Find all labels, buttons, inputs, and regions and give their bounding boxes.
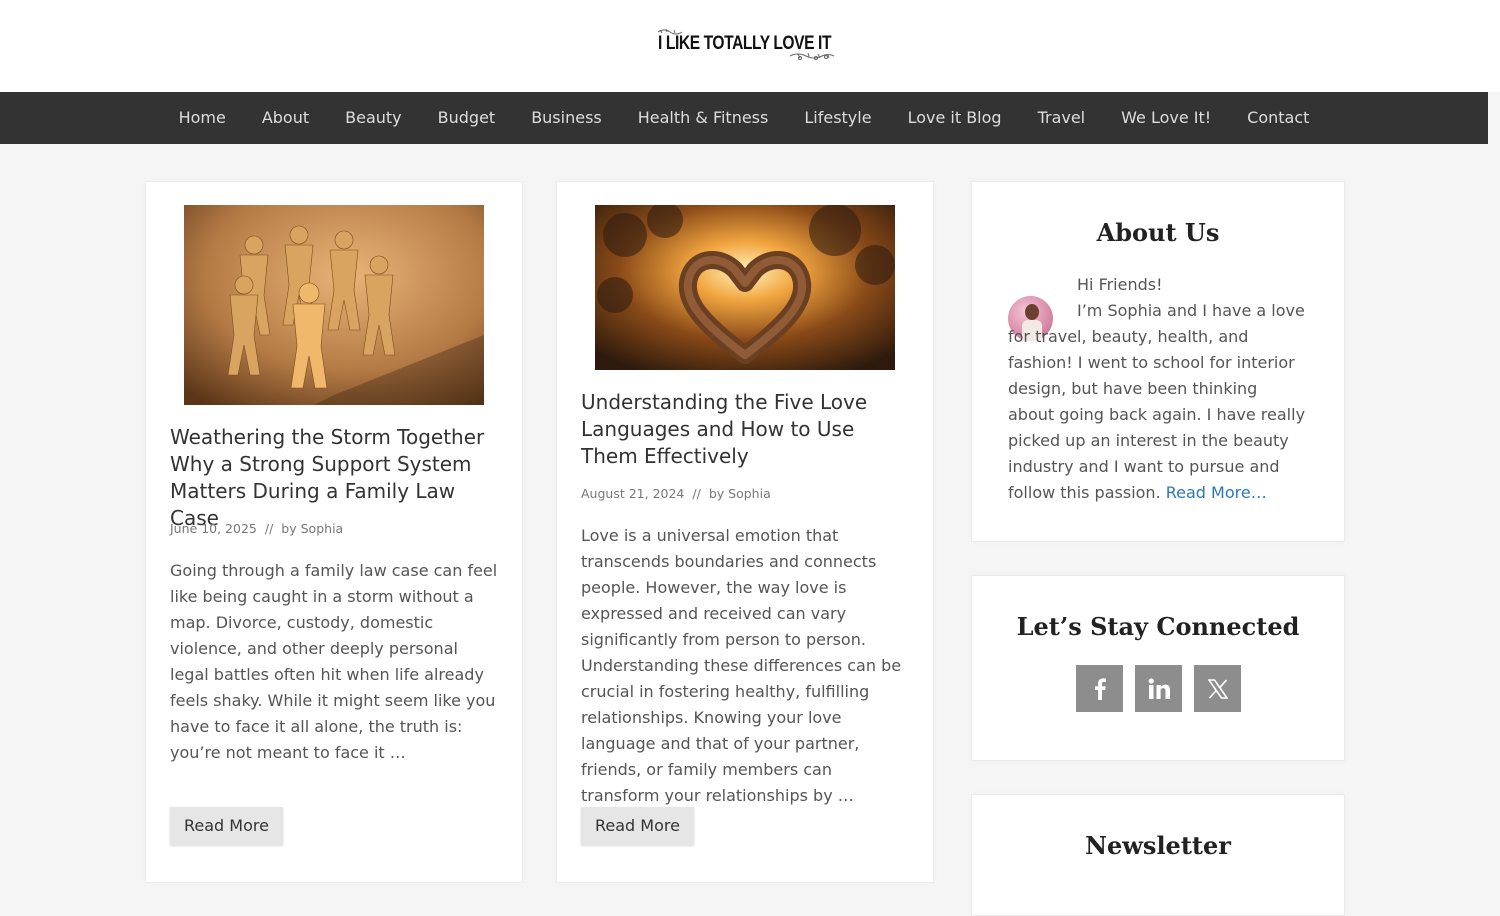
nav-item-budget[interactable]: Budget bbox=[420, 92, 514, 144]
about-greeting: Hi Friends! bbox=[1077, 275, 1163, 294]
nav-item-home[interactable]: Home bbox=[161, 92, 244, 144]
linkedin-button[interactable] bbox=[1135, 665, 1182, 712]
widget-title: About Us bbox=[1096, 218, 1220, 247]
meta-separator: // bbox=[264, 521, 274, 536]
nav-item-love-it-blog[interactable]: Love it Blog bbox=[890, 92, 1020, 144]
post-card: Weathering the Storm Together Why a Stro… bbox=[145, 181, 523, 883]
nav-item-travel[interactable]: Travel bbox=[1020, 92, 1104, 144]
post-meta: August 21, 2024 // by Sophia bbox=[581, 486, 771, 501]
widget-title: Newsletter bbox=[1085, 831, 1231, 860]
nav-item-health-fitness[interactable]: Health & Fitness bbox=[620, 92, 787, 144]
x-twitter-button[interactable] bbox=[1194, 665, 1241, 712]
site-header: I LIKE TOTALLY LOVE IT bbox=[0, 0, 1500, 92]
meta-separator: // bbox=[692, 486, 701, 501]
post-excerpt: Going through a family law case can feel… bbox=[170, 561, 498, 762]
facebook-icon bbox=[1094, 677, 1106, 700]
linkedin-icon bbox=[1148, 677, 1170, 699]
read-more-button[interactable]: Read More bbox=[170, 807, 283, 845]
post-by-label: by bbox=[708, 486, 725, 501]
post-author-link[interactable]: Sophia bbox=[728, 486, 771, 501]
widget-title: Let’s Stay Connected bbox=[1016, 612, 1300, 641]
nav-item-business[interactable]: Business bbox=[513, 92, 620, 144]
site-logo[interactable]: I LIKE TOTALLY LOVE IT bbox=[650, 26, 840, 62]
social-widget: Let’s Stay Connected bbox=[971, 575, 1345, 761]
post-author-link[interactable]: Sophia bbox=[301, 521, 344, 536]
nav-item-about[interactable]: About bbox=[244, 92, 327, 144]
post-by-label: by bbox=[281, 521, 297, 536]
post-excerpt: Love is a universal emotion that transce… bbox=[581, 526, 902, 805]
post-title[interactable]: Understanding the Five Love Languages an… bbox=[581, 389, 911, 470]
read-more-button[interactable]: Read More bbox=[581, 807, 694, 845]
nav-item-lifestyle[interactable]: Lifestyle bbox=[786, 92, 889, 144]
about-body: I’m Sophia and I have a love for travel,… bbox=[1008, 298, 1308, 506]
nav-item-beauty[interactable]: Beauty bbox=[327, 92, 420, 144]
post-date: August 21, 2024 bbox=[581, 486, 685, 501]
facebook-button[interactable] bbox=[1076, 665, 1123, 712]
about-read-more-link[interactable]: Read More… bbox=[1166, 483, 1267, 502]
post-thumbnail-heart-hands[interactable] bbox=[595, 205, 895, 370]
about-body-text: I’m Sophia and I have a love for travel,… bbox=[1008, 301, 1306, 502]
main-navigation: Home About Beauty Budget Business Health… bbox=[0, 92, 1488, 144]
nav-item-contact[interactable]: Contact bbox=[1229, 92, 1327, 144]
post-thumbnail-paper-people[interactable] bbox=[184, 205, 484, 405]
newsletter-widget: Newsletter bbox=[971, 794, 1345, 916]
post-title[interactable]: Weathering the Storm Together Why a Stro… bbox=[170, 424, 500, 532]
logo-text: I LIKE TOTALLY LOVE IT bbox=[658, 33, 832, 54]
post-meta: June 10, 2025 // by Sophia bbox=[170, 521, 343, 536]
about-us-widget: About Us Hi Friends! I’m Sophia and I ha… bbox=[971, 181, 1345, 542]
nav-item-we-love-it[interactable]: We Love It! bbox=[1103, 92, 1229, 144]
x-twitter-icon bbox=[1207, 678, 1228, 699]
post-card: Understanding the Five Love Languages an… bbox=[556, 181, 934, 883]
post-date: June 10, 2025 bbox=[170, 521, 257, 536]
